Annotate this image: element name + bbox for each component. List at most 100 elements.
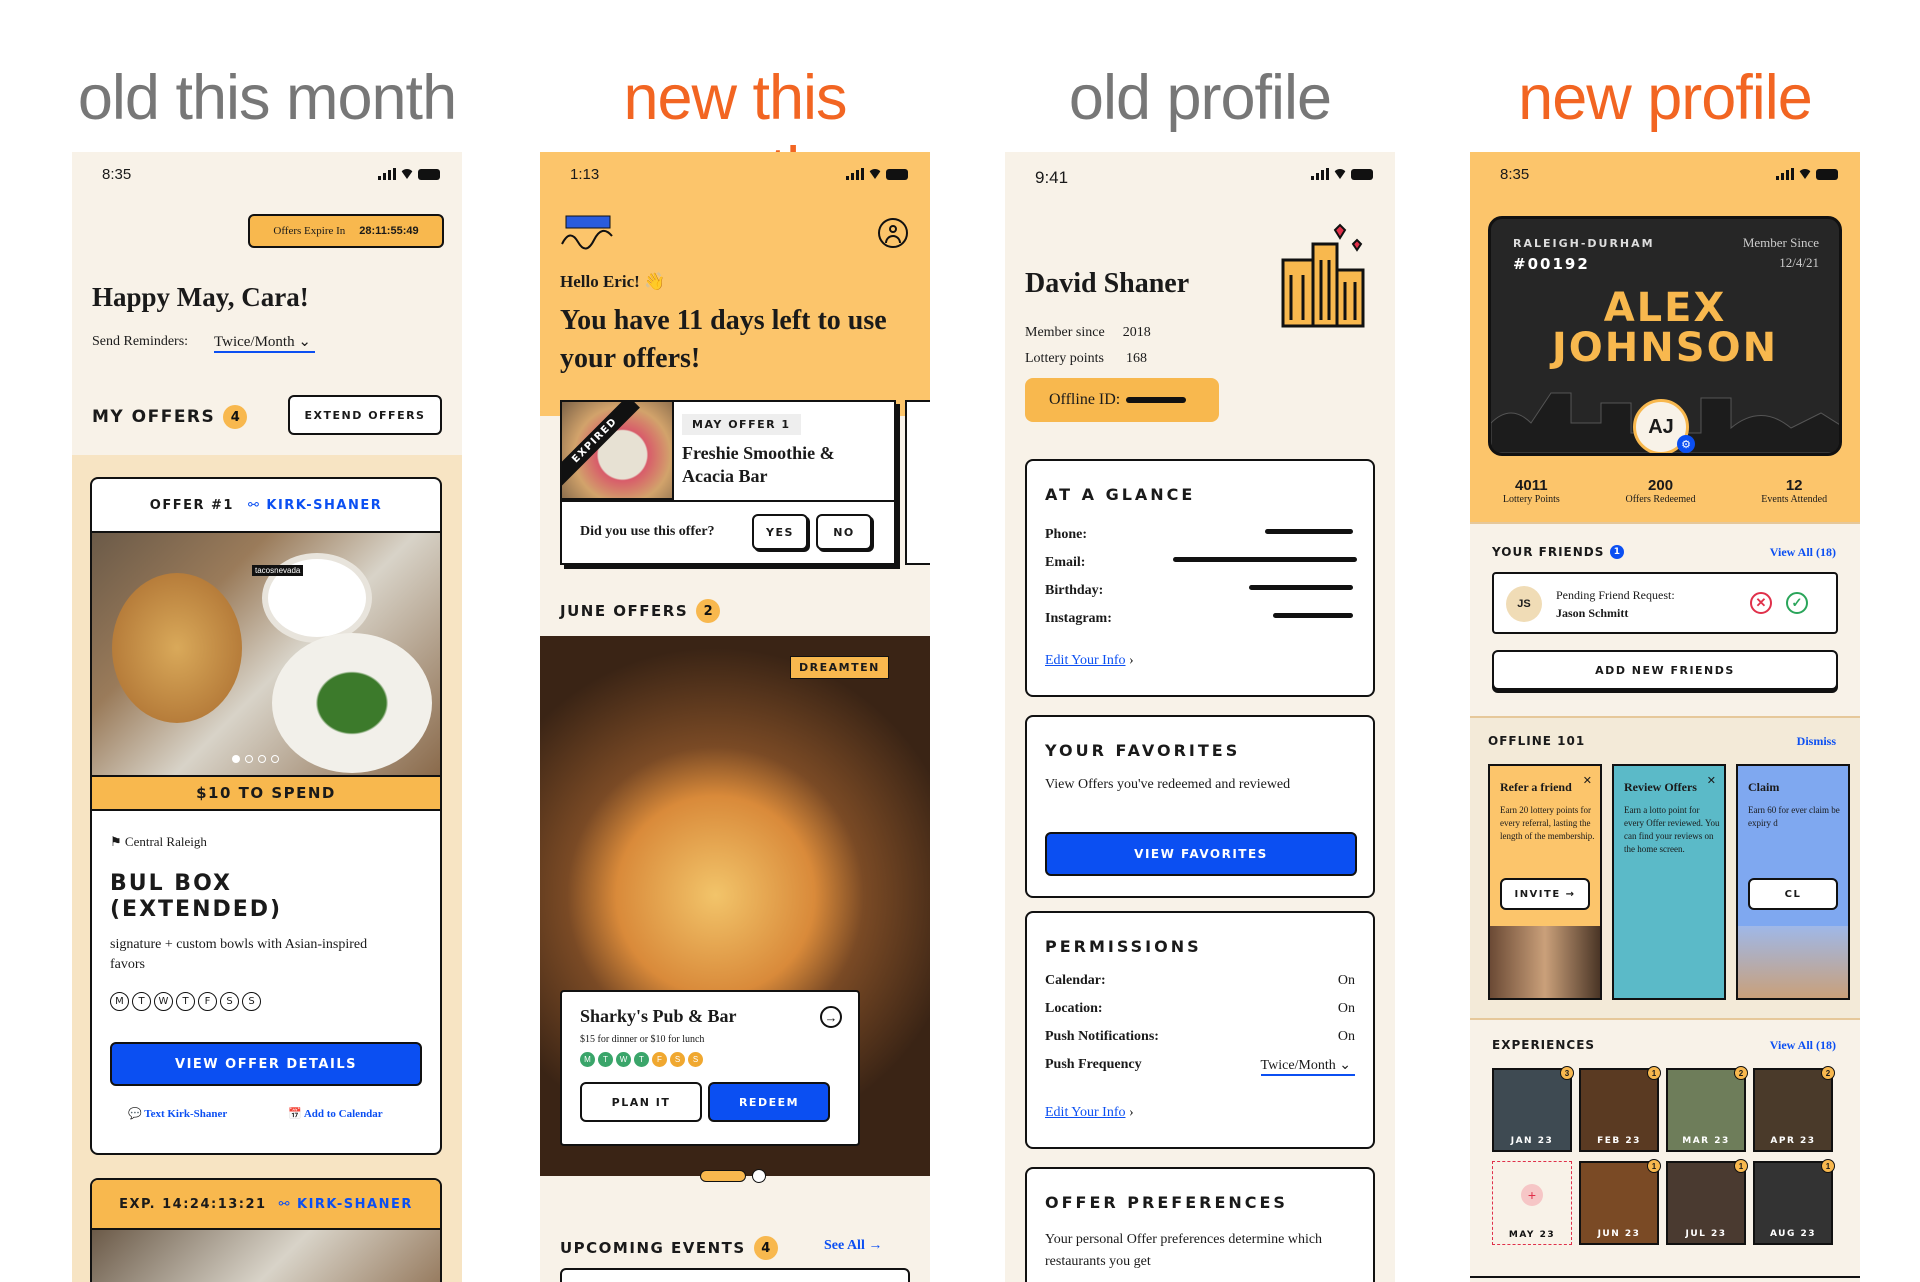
offer-image: tacosnevada <box>92 531 440 775</box>
add-experience-icon[interactable]: + <box>1521 1184 1543 1206</box>
tip-card[interactable]: Claim Earn 60 for ever claim be expiry d C… <box>1736 764 1850 1000</box>
decline-icon[interactable]: ✕ <box>1750 592 1772 614</box>
offer-card[interactable]: OFFER #1 ⚯ KIRK-SHANER tacosnevada $10 T… <box>90 477 442 1155</box>
permission-label: Push Frequency <box>1045 1057 1142 1072</box>
offer-link-label: KIRK-SHANER <box>266 497 383 513</box>
profile-name: David Shaner <box>1025 268 1190 299</box>
experience-month: APR 23 <box>1770 1136 1816 1146</box>
gear-icon[interactable]: ⚙ <box>1677 435 1695 453</box>
battery-icon <box>418 168 440 180</box>
tip-button[interactable]: CL <box>1748 878 1838 910</box>
calendar-link[interactable]: 📅 Add to Calendar <box>288 1107 383 1120</box>
my-offers-label: MY OFFERS <box>92 407 216 427</box>
view-favorites-button[interactable]: VIEW FAVORITES <box>1045 832 1357 876</box>
carousel-dots[interactable] <box>232 755 279 763</box>
text-link[interactable]: 💬 Text Kirk-Shaner <box>128 1107 227 1120</box>
add-friends-button[interactable]: ADD NEW FRIENDS <box>1492 650 1838 690</box>
dismiss-link[interactable]: Dismiss <box>1797 734 1836 749</box>
experience-tile[interactable]: JUL 23 1 <box>1666 1159 1748 1245</box>
my-offers-heading: MY OFFERS 4 <box>92 405 248 429</box>
experience-tile[interactable]: FEB 23 1 <box>1579 1066 1661 1152</box>
offer-card-2[interactable]: EXP. 14:24:13:21 ⚯ KIRK-SHANER <box>90 1178 442 1282</box>
status-bar: 8:35 <box>72 166 462 186</box>
pending-friend-card[interactable]: JS Pending Friend Request: Jason Schmitt… <box>1492 572 1838 634</box>
dreamten-tag[interactable]: DREAMTEN <box>790 656 889 679</box>
member-since-value: 2018 <box>1122 325 1151 340</box>
to-spend-banner: $10 TO SPEND <box>92 775 440 811</box>
redeem-button[interactable]: REDEEM <box>708 1082 830 1122</box>
tip-illustration <box>1490 926 1600 998</box>
experience-count: 2 <box>1734 1066 1748 1080</box>
accept-icon[interactable]: ✓ <box>1786 592 1808 614</box>
permission-value[interactable]: Twice/Month ⌄ <box>1260 1057 1355 1076</box>
permissions-card: PERMISSIONS Calendar: On Location: On Push N… <box>1025 911 1375 1149</box>
tip-card[interactable]: Refer a friend ✕ Earn 20 lottery points fo… <box>1488 764 1602 1000</box>
see-all-link[interactable]: See All → <box>824 1238 882 1254</box>
stat-item: 200 Offers Redeemed <box>1626 477 1696 505</box>
status-time: 9:41 <box>1035 168 1069 187</box>
experience-tile[interactable]: MAR 23 2 <box>1666 1066 1748 1152</box>
experience-tile[interactable]: + MAY 23 <box>1492 1161 1572 1245</box>
permission-value: On <box>1337 1029 1355 1044</box>
offer-preferences-card: OFFER PREFERENCES Your personal Offer pr… <box>1025 1167 1375 1282</box>
view-offer-details-button[interactable]: VIEW OFFER DETAILS <box>110 1042 422 1086</box>
status-time: 8:35 <box>1500 166 1530 183</box>
edit-info-link[interactable]: Edit Your Info › <box>1045 653 1134 669</box>
day-indicator: F <box>652 1052 667 1067</box>
permission-label: Calendar: <box>1045 973 1106 988</box>
reminders-select[interactable]: Twice/Month ⌄ <box>214 332 315 353</box>
member-since-label: Member Since <box>1742 235 1819 250</box>
phone-old-this-month: 8:35 Offers Expire In 28:11:55:49 Happy … <box>72 152 462 1282</box>
favorites-card: YOUR FAVORITES View Offers you've redeem… <box>1025 715 1375 898</box>
experience-tile[interactable]: APR 23 2 <box>1753 1066 1835 1152</box>
favorites-description: View Offers you've redeemed and reviewed <box>1045 777 1291 792</box>
location-label: Central Raleigh <box>124 834 207 849</box>
chevron-right-icon: › <box>1129 653 1134 668</box>
carousel-indicator[interactable] <box>700 1169 766 1183</box>
experience-month: JAN 23 <box>1510 1136 1554 1146</box>
yes-button[interactable]: YES <box>752 514 808 550</box>
stat-label: Offers Redeemed <box>1625 494 1696 505</box>
reminders-label: Send Reminders: <box>92 334 189 349</box>
edit-info-link-2[interactable]: Edit Your Info › <box>1045 1105 1134 1121</box>
day-indicator: T <box>176 992 195 1011</box>
member-city: RALEIGH-DURHAM <box>1513 237 1655 250</box>
pub-card[interactable]: Sharky's Pub & Bar → $15 for dinner or $… <box>560 990 860 1146</box>
day-indicator: M <box>110 992 129 1011</box>
status-bar: 9:41 <box>1005 166 1395 187</box>
experience-tile[interactable]: AUG 23 1 <box>1753 1159 1835 1245</box>
day-indicator: S <box>220 992 239 1011</box>
close-icon[interactable]: ✕ <box>1707 774 1716 787</box>
experience-tile[interactable]: JUN 23 1 <box>1579 1159 1661 1245</box>
experiences-view-all-link[interactable]: View All (18) <box>1770 1038 1836 1053</box>
stat-label: Lottery Points <box>1502 494 1560 505</box>
next-offer-card-peek[interactable] <box>905 400 930 565</box>
june-offers-heading: JUNE OFFERS 2 <box>560 599 721 623</box>
member-last-name: JOHNSON <box>1551 325 1779 371</box>
experience-tile[interactable]: JAN 23 3 <box>1492 1066 1574 1152</box>
day-indicator: S <box>688 1052 703 1067</box>
may-offer-card[interactable]: EXPIRED MAY OFFER 1 Freshie Smoothie & A… <box>560 400 896 565</box>
no-button[interactable]: NO <box>816 514 872 550</box>
day-indicator: M <box>580 1052 595 1067</box>
lottery-label: Lottery points <box>1025 351 1104 366</box>
plan-it-button[interactable]: PLAN IT <box>580 1082 702 1122</box>
profile-icon[interactable] <box>878 218 908 248</box>
wifi-icon <box>1798 169 1812 179</box>
member-info: Member since 2018 Lottery points 168 <box>1025 320 1151 372</box>
glance-field-label: Email: <box>1045 555 1086 570</box>
tip-button[interactable]: INVITE → <box>1500 878 1590 910</box>
preferences-title: OFFER PREFERENCES <box>1045 1193 1288 1212</box>
status-time: 8:35 <box>102 166 132 183</box>
extend-offers-button[interactable]: EXTEND OFFERS <box>288 395 442 435</box>
june-offers-count: 2 <box>696 599 721 623</box>
heading-old-this-month: old this month <box>77 63 457 133</box>
offer-card-2-image <box>92 1230 440 1282</box>
friends-view-all-link[interactable]: View All (18) <box>1770 545 1836 560</box>
close-icon[interactable]: ✕ <box>1583 774 1592 787</box>
exp-link[interactable]: ⚯ KIRK-SHANER <box>279 1197 413 1212</box>
arrow-right-icon[interactable]: → <box>820 1006 842 1028</box>
offer-link[interactable]: ⚯ KIRK-SHANER <box>248 498 382 513</box>
at-a-glance-title: AT A GLANCE <box>1045 485 1196 504</box>
tip-card[interactable]: Review Offers ✕ Earn a lotto point for eve… <box>1612 764 1726 1000</box>
